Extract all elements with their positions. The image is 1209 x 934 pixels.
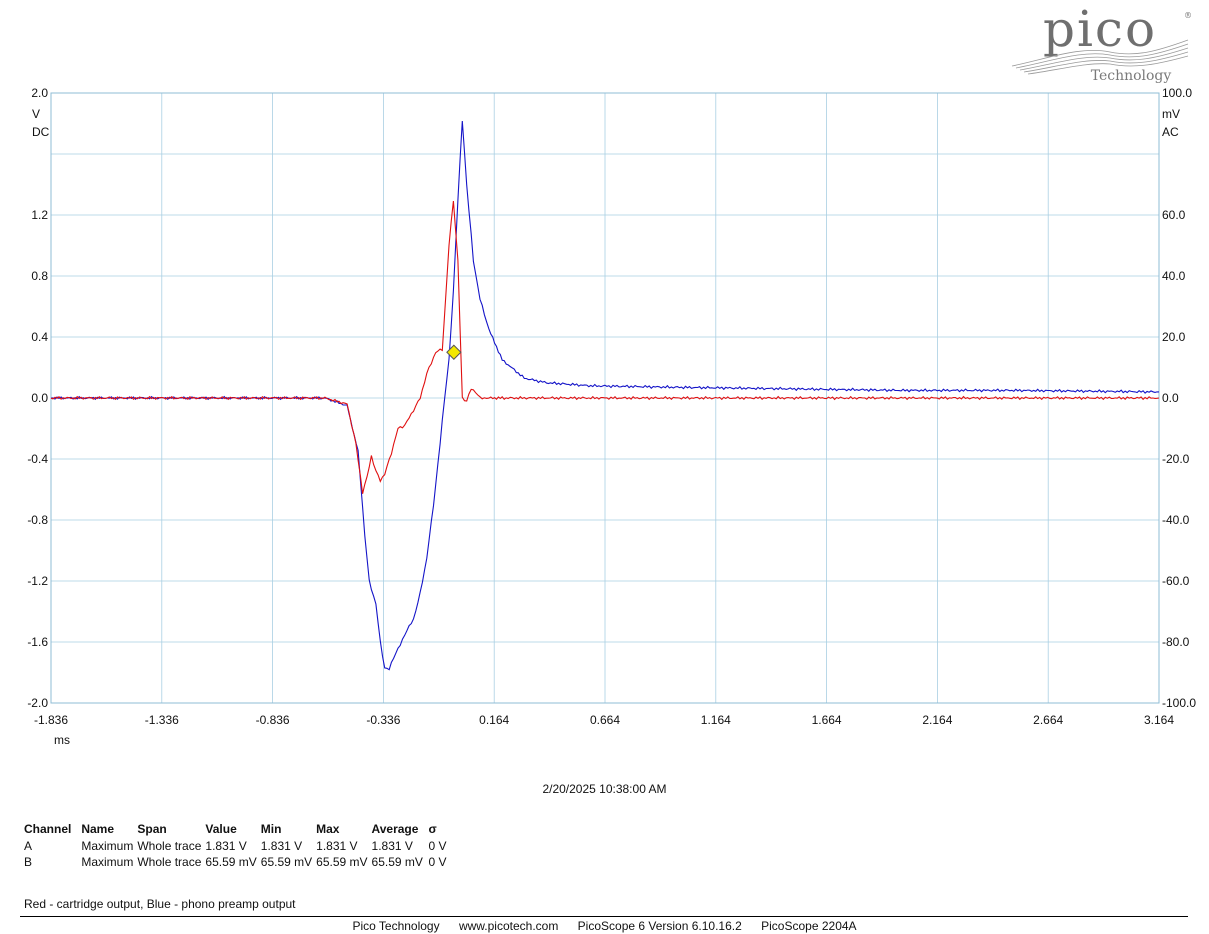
left-axis-tick-label: 2.0 <box>31 86 48 100</box>
right-axis-tick-label: 0.0 <box>1162 391 1179 405</box>
right-axis-tick-label: 100.0 <box>1162 86 1192 100</box>
x-axis-tick-label: 1.664 <box>812 713 842 727</box>
right-axis-tick-label: -80.0 <box>1162 635 1190 649</box>
x-axis-tick-label: -0.836 <box>256 713 290 727</box>
header-span: Span <box>137 822 167 836</box>
header-average: Average <box>371 822 419 836</box>
cell-min: 65.59 mV <box>260 855 313 869</box>
pico-logo: pico ® Technology <box>1011 0 1192 84</box>
x-axis-ticks: -1.836 -1.336 -0.836 -0.336 0.164 0.664 1.164 1… <box>34 713 1174 727</box>
logo-brand: pico <box>1043 0 1157 58</box>
x-axis-tick-label: 1.164 <box>701 713 731 727</box>
left-axis-tick-label: -2.0 <box>27 696 48 710</box>
right-axis-coupling: AC <box>1162 125 1179 139</box>
left-axis-tick-label: -0.4 <box>27 452 48 466</box>
cell-sigma: 0 V <box>428 855 447 869</box>
logo-sub: Technology <box>1091 68 1172 84</box>
right-axis-tick-label: -60.0 <box>1162 574 1190 588</box>
cell-value: 65.59 mV <box>205 855 257 869</box>
cell-value: 1.831 V <box>205 839 247 853</box>
left-axis-tick-label: 0.0 <box>31 391 48 405</box>
cell-average: 1.831 V <box>371 839 413 853</box>
oscilloscope-chart: pico ® Technology V DC mV AC ms 2.0 1.2 0.… <box>27 0 1196 747</box>
x-axis-tick-label: 0.664 <box>590 713 620 727</box>
measurements-header-row: Channel Name Span Value Min Max Average … <box>22 821 448 838</box>
footer: Pico Technology www.picotech.com PicoSco… <box>0 919 1209 933</box>
cell-max: 65.59 mV <box>316 855 368 869</box>
trace-legend-note: Red - cartridge output, Blue - phono pre… <box>24 897 296 911</box>
footer-device: PicoScope 2204A <box>761 919 857 933</box>
right-axis-tick-label: -20.0 <box>1162 452 1190 466</box>
header-max: Max <box>316 822 340 836</box>
x-axis-tick-label: 2.664 <box>1033 713 1063 727</box>
cell-channel: A <box>24 839 33 853</box>
cell-channel: B <box>24 855 33 869</box>
left-axis-ticks: 2.0 1.2 0.8 0.4 0.0 -0.4 -0.8 -1.2 -1.6 -2.0 <box>27 86 48 710</box>
footer-company: Pico Technology <box>352 919 440 933</box>
right-axis-tick-label: 60.0 <box>1162 208 1186 222</box>
right-axis-tick-label: 40.0 <box>1162 269 1186 283</box>
cell-max: 1.831 V <box>316 839 358 853</box>
header-name: Name <box>81 822 115 836</box>
footer-website: www.picotech.com <box>458 919 559 933</box>
left-axis-tick-label: 0.8 <box>31 269 48 283</box>
capture-timestamp: 2/20/2025 10:38:00 AM <box>542 782 667 796</box>
table-row: A Maximum Whole trace 1.831 V 1.831 V 1.… <box>22 838 448 854</box>
left-axis-tick-label: 0.4 <box>31 330 48 344</box>
measurements-table: Channel Name Span Value Min Max Average … <box>22 821 448 870</box>
left-axis-tick-label: -0.8 <box>27 513 48 527</box>
x-axis-tick-label: 2.164 <box>922 713 952 727</box>
logo-mark: ® <box>1184 11 1192 20</box>
cell-name: Maximum <box>81 855 134 869</box>
x-axis-tick-label: -1.836 <box>34 713 68 727</box>
cell-span: Whole trace <box>137 839 202 853</box>
right-axis-unit: mV <box>1162 107 1180 121</box>
cell-min: 1.831 V <box>260 839 303 853</box>
left-axis-unit: V <box>32 107 40 121</box>
x-axis-tick-label: -0.336 <box>366 713 400 727</box>
table-row: B Maximum Whole trace 65.59 mV 65.59 mV … <box>22 854 448 870</box>
x-axis-tick-label: 3.164 <box>1144 713 1174 727</box>
right-axis-ticks: 100.0 60.0 40.0 20.0 0.0 -20.0 -40.0 -60.0 -80.0… <box>1162 86 1196 710</box>
left-axis-tick-label: 1.2 <box>31 208 48 222</box>
right-axis-tick-label: -100.0 <box>1162 696 1196 710</box>
header-channel: Channel <box>24 822 72 836</box>
header-value: Value <box>205 822 237 836</box>
cell-span: Whole trace <box>137 855 202 869</box>
left-axis-tick-label: -1.6 <box>27 635 48 649</box>
cell-average: 65.59 mV <box>371 855 423 869</box>
left-axis-tick-label: -1.2 <box>27 574 48 588</box>
cell-name: Maximum <box>81 839 134 853</box>
footer-version: PicoScope 6 Version 6.10.16.2 <box>577 919 742 933</box>
left-axis-coupling: DC <box>32 125 50 139</box>
header-min: Min <box>260 822 282 836</box>
footer-divider <box>20 916 1188 917</box>
header-sigma: σ <box>428 822 437 836</box>
right-axis-tick-label: -40.0 <box>1162 513 1190 527</box>
x-axis-unit: ms <box>54 733 70 747</box>
cell-sigma: 0 V <box>428 839 447 853</box>
x-axis-tick-label: 0.164 <box>479 713 509 727</box>
right-axis-tick-label: 20.0 <box>1162 330 1186 344</box>
x-axis-tick-label: -1.336 <box>145 713 179 727</box>
